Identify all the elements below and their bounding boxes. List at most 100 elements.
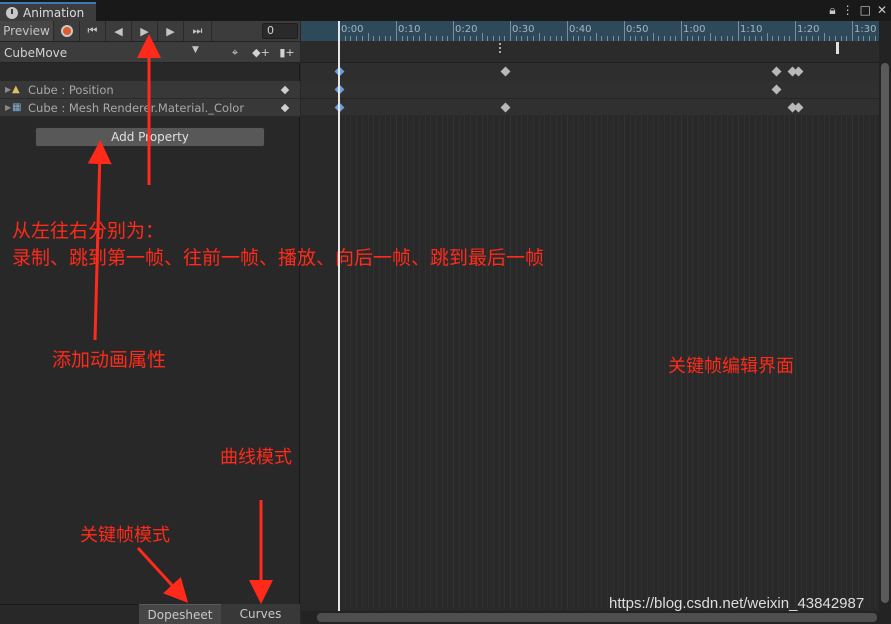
playhead[interactable] bbox=[338, 21, 340, 611]
step-forward-icon: ▶︎ bbox=[166, 24, 175, 38]
grid-line bbox=[874, 115, 876, 609]
ruler-tick-label: 0:50 bbox=[626, 24, 649, 35]
grid-line bbox=[453, 115, 454, 609]
grid-line bbox=[441, 115, 443, 609]
property-key-diamond-icon[interactable] bbox=[280, 85, 290, 95]
ruler-tick bbox=[795, 21, 796, 41]
ruler-tick bbox=[396, 21, 397, 41]
grid-line bbox=[413, 115, 415, 609]
grid-line bbox=[618, 115, 620, 609]
horizontal-scroll-thumb[interactable] bbox=[317, 613, 877, 622]
play-button[interactable]: ▶︎ bbox=[132, 21, 158, 41]
key-tools: ⌖ ◆+ ▮+ bbox=[222, 42, 300, 63]
grid-line bbox=[521, 115, 523, 609]
grid-line bbox=[447, 115, 449, 609]
skip-to-end-icon: ⏭︎ bbox=[192, 24, 203, 37]
grid-line bbox=[641, 115, 643, 609]
annotation-add-property: 添加动画属性 bbox=[52, 349, 167, 371]
ruler-tick bbox=[453, 21, 454, 41]
ruler-tick bbox=[709, 33, 711, 41]
grid-line bbox=[475, 115, 477, 609]
grid-line bbox=[350, 115, 352, 609]
grid-line bbox=[823, 115, 825, 609]
maximize-icon[interactable]: □ bbox=[860, 3, 871, 18]
grid-line bbox=[538, 115, 540, 609]
ruler-tick-label: 0:30 bbox=[512, 24, 535, 35]
grid-line bbox=[840, 115, 842, 609]
grid-line bbox=[561, 115, 563, 609]
clip-select[interactable]: CubeMove bbox=[0, 42, 212, 63]
animation-window-tab[interactable]: Animation bbox=[0, 2, 96, 21]
grid-line bbox=[646, 115, 648, 609]
grid-line bbox=[663, 115, 665, 609]
ruler-tick bbox=[367, 33, 369, 41]
preview-button[interactable]: Preview bbox=[0, 21, 54, 41]
grid-line bbox=[629, 115, 631, 609]
expand-arrow-icon[interactable]: ▶ bbox=[0, 85, 12, 94]
grid-line bbox=[407, 115, 409, 609]
menu-icon[interactable]: ⋮ bbox=[842, 3, 854, 18]
grid-line bbox=[652, 115, 654, 609]
add-property-button[interactable]: Add Property bbox=[35, 127, 265, 147]
grid-line bbox=[817, 115, 819, 609]
clip-name: CubeMove bbox=[4, 45, 68, 60]
ruler-tick-label: 0:40 bbox=[569, 24, 592, 35]
annotation-keyframe-editor: 关键帧编辑界面 bbox=[668, 356, 794, 377]
ruler-tick bbox=[624, 21, 625, 41]
record-button[interactable] bbox=[54, 21, 80, 41]
annotation-dopesheet-mode: 关键帧模式 bbox=[80, 525, 170, 546]
grid-line bbox=[361, 115, 363, 609]
property-row-material-color[interactable]: ▶ ▦ Cube : Mesh Renderer.Material._Color bbox=[0, 99, 300, 117]
grid-line bbox=[800, 115, 802, 609]
lock-icon[interactable]: 🔒︎ bbox=[829, 3, 835, 18]
grid-line bbox=[435, 115, 437, 609]
chevron-down-icon: ▼ bbox=[192, 45, 199, 55]
grid-line bbox=[572, 115, 574, 609]
first-keyframe-button[interactable]: ⏮︎ bbox=[80, 21, 106, 41]
grid-line bbox=[384, 115, 386, 609]
grid-line bbox=[367, 115, 369, 609]
add-event-icon[interactable]: ▮+ bbox=[274, 42, 300, 63]
curves-tab[interactable]: Curves bbox=[221, 604, 300, 624]
grid-line bbox=[578, 115, 580, 609]
grid-line bbox=[834, 115, 836, 609]
grid-line bbox=[857, 115, 859, 609]
ruler-tick-label: 1:10 bbox=[740, 24, 763, 35]
grid-line bbox=[544, 115, 546, 609]
close-icon[interactable]: ✕ bbox=[877, 3, 887, 18]
vertical-scroll-thumb[interactable] bbox=[881, 63, 889, 603]
grid-line bbox=[378, 115, 380, 609]
grid-line bbox=[863, 115, 865, 609]
grid-line bbox=[812, 115, 814, 609]
property-key-diamond-icon[interactable] bbox=[280, 103, 290, 113]
grid-line bbox=[589, 115, 591, 609]
position-keyframe-row[interactable] bbox=[301, 81, 879, 99]
filter-selection-icon[interactable]: ⌖ bbox=[222, 42, 248, 63]
record-icon bbox=[60, 25, 73, 37]
last-keyframe-button[interactable]: ⏭︎ bbox=[184, 21, 212, 41]
grid-line bbox=[612, 115, 614, 609]
events-row[interactable] bbox=[301, 41, 879, 63]
ruler-tick bbox=[852, 21, 853, 41]
grid-line bbox=[532, 115, 534, 609]
grid-line bbox=[481, 115, 483, 609]
expand-arrow-icon[interactable]: ▶ bbox=[0, 103, 12, 112]
dopesheet-tab[interactable]: Dopesheet bbox=[139, 604, 221, 624]
ruler-tick bbox=[538, 33, 540, 41]
time-ruler[interactable]: 0:00 0:10 0:20 0:30 0:40 0:50 1:00 1:10 1:20 1:30 bbox=[301, 21, 879, 41]
clip-end-marker[interactable] bbox=[836, 42, 839, 54]
ruler-tick-label: 1:30 bbox=[854, 24, 877, 35]
previous-keyframe-button[interactable]: ◀︎ bbox=[106, 21, 132, 41]
add-keyframe-icon[interactable]: ◆+ bbox=[248, 42, 274, 63]
next-keyframe-button[interactable]: ▶︎ bbox=[158, 21, 184, 41]
property-row-position[interactable]: ▶ ▲ Cube : Position bbox=[0, 81, 300, 99]
event-marker[interactable] bbox=[499, 43, 501, 53]
grid-line bbox=[584, 115, 586, 609]
grid-line bbox=[852, 115, 853, 609]
grid-line bbox=[846, 115, 848, 609]
current-frame-input[interactable]: 0 bbox=[262, 23, 298, 39]
property-label: Cube : Mesh Renderer.Material._Color bbox=[28, 100, 245, 115]
grid-line bbox=[515, 115, 517, 609]
grid-line bbox=[606, 115, 608, 609]
grid-line bbox=[464, 115, 466, 609]
